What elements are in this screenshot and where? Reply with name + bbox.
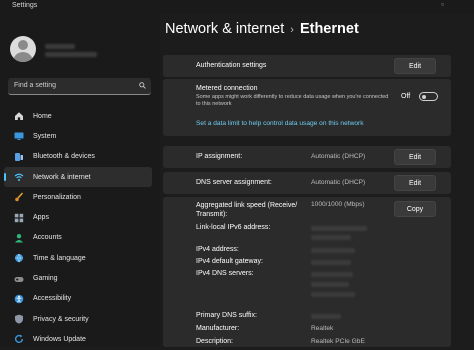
sidebar-item-system[interactable]: System [4, 126, 152, 146]
description-label: Description: [196, 338, 233, 345]
dns-edit-button[interactable]: Edit [394, 175, 436, 191]
sidebar-item-time-language[interactable]: Time & language [4, 248, 152, 268]
dns-servers-value-redacted [311, 292, 355, 297]
apps-icon [14, 213, 24, 223]
ip-assignment-label: IP assignment: [196, 153, 243, 160]
breadcrumb: Network & internet › Ethernet [165, 21, 359, 37]
ipv4-value-redacted [311, 248, 355, 253]
sidebar-item-network[interactable]: Network & internet [4, 166, 152, 188]
connection-properties-card: Aggregated link speed (Receive/ Transmit… [163, 197, 451, 347]
title-bar: Settings ▫ [0, 0, 474, 14]
sidebar-item-apps[interactable]: Apps [4, 207, 152, 227]
sidebar-item-accessibility[interactable]: Accessibility [4, 289, 152, 309]
sidebar-item-gaming[interactable]: Gaming [4, 268, 152, 288]
search-box[interactable]: Find a setting [8, 78, 151, 95]
globe-icon [14, 253, 24, 263]
bluetooth-icon [14, 152, 24, 162]
manufacturer-value: Realtek [311, 325, 334, 332]
description-value: Realtek PCIe GbE [311, 338, 365, 345]
sidebar: Find a setting Home System Bluetooth & d… [0, 14, 160, 345]
dns-servers-value-redacted [311, 282, 349, 287]
shield-icon [14, 314, 24, 324]
sidebar-item-privacy[interactable]: Privacy & security [4, 309, 152, 329]
dns-assignment-label: DNS server assignment: [196, 179, 272, 186]
dns-servers-label: IPv4 DNS servers: [196, 270, 254, 277]
system-icon [14, 131, 24, 141]
sidebar-item-label: Network & internet [33, 173, 91, 181]
sidebar-item-windows-update[interactable]: Windows Update [4, 329, 152, 349]
sidebar-item-label: Windows Update [33, 335, 86, 343]
page-title: Ethernet [299, 21, 359, 37]
sidebar-item-label: Home [33, 112, 52, 120]
metered-connection-card: Metered connection Some apps might work … [163, 79, 451, 136]
avatar[interactable] [10, 36, 36, 62]
sidebar-item-label: Accounts [33, 234, 62, 242]
authentication-settings-card: Authentication settings Edit [163, 55, 451, 77]
ipv6-label: Link-local IPv6 address: [196, 224, 271, 231]
authentication-edit-button[interactable]: Edit [394, 58, 436, 74]
sidebar-item-label: Accessibility [33, 295, 72, 303]
app-title: Settings [12, 2, 38, 9]
gateway-label: IPv4 default gateway: [196, 258, 263, 265]
sidebar-item-label: Personalization [33, 193, 81, 201]
wifi-icon [14, 172, 24, 182]
sidebar-item-bluetooth[interactable]: Bluetooth & devices [4, 147, 152, 167]
link-speed-label: Aggregated link speed (Receive/ Transmit… [196, 202, 298, 218]
sidebar-item-label: Apps [33, 214, 49, 222]
metered-connection-title: Metered connection [196, 85, 258, 92]
manufacturer-label: Manufacturer: [196, 325, 240, 332]
update-icon [14, 334, 24, 344]
ipv4-label: IPv4 address: [196, 246, 239, 253]
sidebar-item-label: Gaming [33, 275, 58, 283]
sidebar-item-label: Privacy & security [33, 315, 89, 323]
ip-edit-button[interactable]: Edit [394, 149, 436, 165]
copy-button[interactable]: Copy [394, 201, 436, 217]
dns-assignment-card: DNS server assignment: Automatic (DHCP) … [163, 172, 451, 194]
account-email-redacted [45, 52, 97, 57]
gateway-value-redacted [311, 260, 351, 265]
search-icon[interactable] [139, 82, 146, 89]
dns-suffix-value-redacted [311, 314, 341, 319]
dns-assignment-value: Automatic (DHCP) [311, 179, 366, 186]
brush-icon [14, 192, 24, 202]
ip-assignment-card: IP assignment: Automatic (DHCP) Edit [163, 146, 451, 168]
data-limit-link[interactable]: Set a data limit to help control data us… [196, 120, 364, 127]
ipv6-value-redacted [311, 235, 351, 240]
search-input[interactable]: Find a setting [14, 82, 56, 89]
sidebar-item-label: Time & language [33, 254, 86, 262]
accessibility-icon [14, 294, 24, 304]
link-speed-value: 1000/1000 (Mbps) [311, 201, 365, 208]
sidebar-item-label: Bluetooth & devices [33, 153, 95, 161]
sidebar-item-accounts[interactable]: Accounts [4, 228, 152, 248]
account-name-redacted [45, 44, 75, 49]
dns-suffix-label: Primary DNS suffix: [196, 312, 257, 319]
sidebar-item-home[interactable]: Home [4, 106, 152, 126]
sidebar-item-personalization[interactable]: Personalization [4, 187, 152, 207]
sidebar-nav: Home System Bluetooth & devices Network … [4, 106, 152, 350]
dns-servers-value-redacted [311, 272, 353, 277]
sidebar-item-label: System [33, 132, 57, 140]
gaming-icon [14, 274, 24, 284]
home-icon [14, 111, 24, 121]
accounts-icon [14, 233, 24, 243]
ipv6-value-redacted [311, 226, 367, 231]
authentication-settings-label: Authentication settings [196, 62, 267, 69]
ip-assignment-value: Automatic (DHCP) [311, 153, 366, 160]
breadcrumb-separator: › [290, 24, 294, 36]
window-control-icon[interactable]: ▫ [441, 0, 444, 9]
metered-connection-toggle[interactable] [419, 92, 438, 101]
breadcrumb-parent[interactable]: Network & internet [165, 21, 284, 37]
metered-connection-description: Some apps might work differently to redu… [196, 94, 389, 107]
metered-toggle-label: Off [401, 93, 411, 100]
